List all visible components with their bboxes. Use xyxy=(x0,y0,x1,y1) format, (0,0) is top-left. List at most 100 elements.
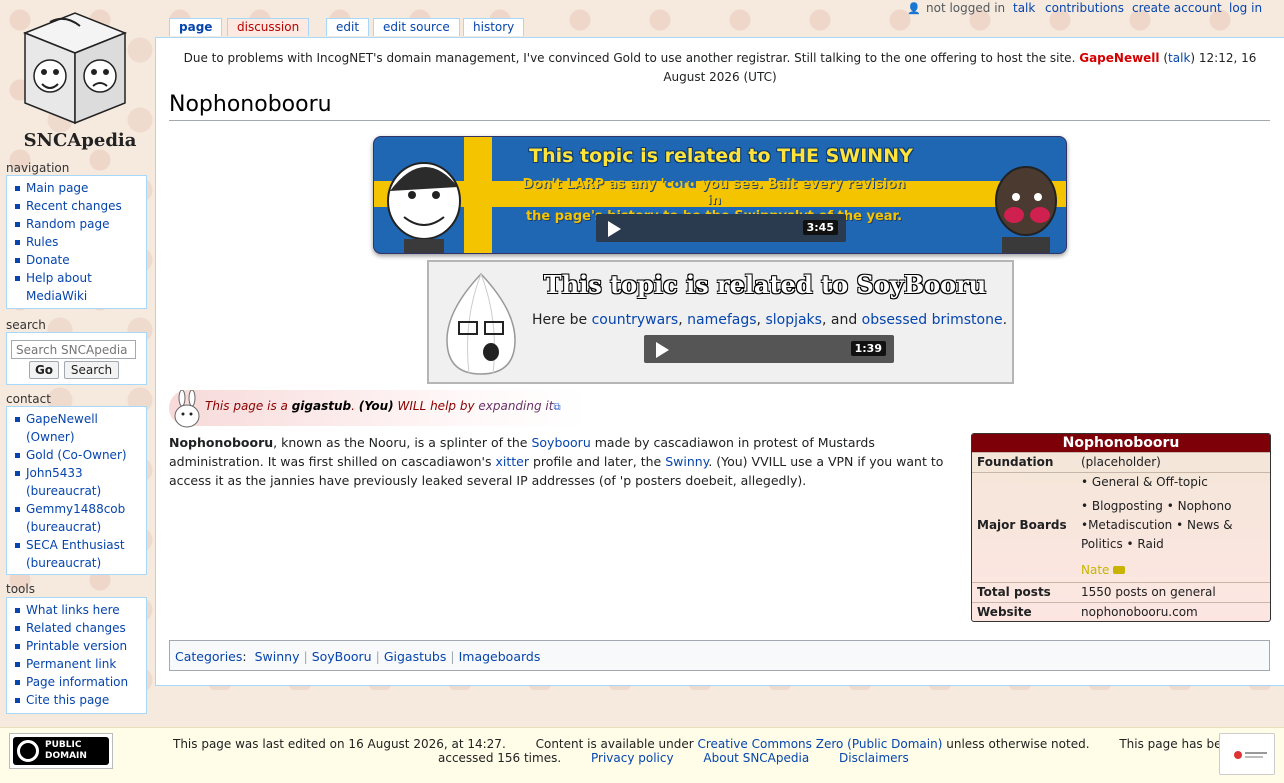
footer-content-prefix: Content is available under xyxy=(535,737,694,751)
swinny-line1-c: cord xyxy=(664,177,698,192)
about-link[interactable]: About SNCApedia xyxy=(703,751,809,765)
site-logo[interactable]: SNCApedia xyxy=(10,8,140,151)
swinny-link[interactable]: Swinny xyxy=(665,454,708,469)
site-notice-user-link[interactable]: GapeNewell xyxy=(1079,51,1159,65)
sidebar-item-gapenewell[interactable]: GapeNewell (Owner) xyxy=(13,410,146,446)
namefags-link[interactable]: namefags xyxy=(687,312,756,328)
play-icon[interactable] xyxy=(656,342,669,358)
infobox-posts-label: Total posts xyxy=(977,585,1051,599)
powered-by-mediawiki-badge[interactable] xyxy=(1219,733,1275,775)
badge-line-1: PUBLIC xyxy=(45,740,82,750)
contact-portal: GapeNewell (Owner) Gold (Co-Owner) John5… xyxy=(6,406,147,575)
wojak-right-icon xyxy=(995,166,1057,253)
disclaimers-link[interactable]: Disclaimers xyxy=(839,751,909,765)
site-notice-talk-link[interactable]: talk xyxy=(1168,51,1190,65)
tab-discussion[interactable]: discussion xyxy=(227,18,310,36)
public-domain-badge[interactable]: PUBLIC DOMAIN xyxy=(9,733,113,769)
tab-page[interactable]: page xyxy=(169,18,223,36)
infobox-row-boards: Major Boards • General & Off-topic • Blo… xyxy=(972,472,1270,582)
boards-line-3: •Metadiscution • News & xyxy=(1081,518,1233,532)
infobox-row-foundation: Foundation (placeholder) xyxy=(972,452,1270,472)
public-domain-icon xyxy=(17,740,39,762)
soybooru-audio-player[interactable]: 1:39 xyxy=(644,335,894,363)
footer-accessed-2: accessed 156 times. xyxy=(438,751,562,765)
slopjaks-link[interactable]: slopjaks xyxy=(765,312,822,328)
expanding-it-link[interactable]: expanding it xyxy=(478,399,553,413)
infobox-boards-label: Major Boards xyxy=(977,518,1067,532)
footer-last-edited: This page was last edited on 16 August 2… xyxy=(173,737,506,751)
category-gigastubs[interactable]: Gigastubs xyxy=(384,649,447,664)
user-icon: 👤 xyxy=(907,2,921,15)
sidebar-item-related-changes[interactable]: Related changes xyxy=(13,619,146,637)
infobox-foundation-value: (placeholder) xyxy=(1081,455,1161,469)
privacy-policy-link[interactable]: Privacy policy xyxy=(591,751,674,765)
sidebar-item-donate[interactable]: Donate xyxy=(13,251,146,269)
category-swinny[interactable]: Swinny xyxy=(255,649,300,664)
swinny-line1-a: Don't LARP xyxy=(522,177,605,192)
search-button[interactable]: Search xyxy=(64,361,119,379)
sidebar-item-gold[interactable]: Gold (Co-Owner) xyxy=(13,446,146,464)
nate-label: Nate xyxy=(1081,563,1110,577)
tools-heading: tools xyxy=(6,582,35,596)
external-link-icon: ⧉ xyxy=(553,402,561,413)
sidebar-item-recent-changes[interactable]: Recent changes xyxy=(13,197,146,215)
search-input[interactable] xyxy=(11,340,136,359)
tab-edit-source[interactable]: edit source xyxy=(373,18,460,36)
boards-line-1: • General & Off-topic xyxy=(1081,475,1208,489)
bunny-icon xyxy=(174,390,200,428)
not-logged-in: not logged in xyxy=(926,1,1006,15)
countrywars-link[interactable]: countrywars xyxy=(592,312,679,328)
site-notice-paren-close: ) xyxy=(1190,51,1196,65)
play-icon[interactable] xyxy=(608,221,621,237)
swinny-line1-b: as any ' xyxy=(608,177,665,192)
infobox-posts-value: 1550 posts on general xyxy=(1081,585,1216,599)
stub-you: (You) xyxy=(358,399,394,413)
category-links: Categories: Swinny | SoyBooru | Gigastubs | Im… xyxy=(169,640,1270,671)
article-text-3: profile and later, the xyxy=(532,454,662,469)
go-button[interactable]: Go xyxy=(29,361,59,379)
stub-gigastub: gigastub xyxy=(291,399,352,413)
log-in-link[interactable]: log in xyxy=(1229,1,1262,15)
sidebar-item-main-page[interactable]: Main page xyxy=(13,179,146,197)
tab-edit[interactable]: edit xyxy=(326,18,370,36)
category-imageboards[interactable]: Imageboards xyxy=(459,649,541,664)
sidebar-item-what-links-here[interactable]: What links here xyxy=(13,601,146,619)
site-name: SNCApedia xyxy=(23,130,137,151)
create-account-link[interactable]: create account xyxy=(1132,1,1222,15)
article-text-1: , known as the Nooru, is a splinter of t… xyxy=(273,435,528,450)
category-soybooru[interactable]: SoyBooru xyxy=(312,649,372,664)
boards-line-2: • Blogposting • Nophono xyxy=(1081,499,1232,513)
xitter-link[interactable]: xitter xyxy=(495,454,529,469)
tab-history[interactable]: history xyxy=(463,18,525,36)
stub-will: WILL help by xyxy=(397,399,475,413)
gigastub-text: This page is a gigastub. (You) WILL help… xyxy=(205,399,561,413)
logo-cube-icon xyxy=(22,12,128,125)
swinny-audio-player[interactable]: 3:45 xyxy=(596,214,846,242)
sidebar-item-random-page[interactable]: Random page xyxy=(13,215,146,233)
sidebar-item-gemmy1488cob[interactable]: Gemmy1488cob (bureaucrat) xyxy=(13,500,146,536)
sidebar-item-john5433[interactable]: John5433 (bureaucrat) xyxy=(13,464,146,500)
obsessed-brimstone-link[interactable]: obsessed brimstone xyxy=(862,312,1003,328)
article-bold-name: Nophonobooru xyxy=(169,435,274,450)
sidebar-item-printable-version[interactable]: Printable version xyxy=(13,637,146,655)
footer-line-1: This page was last edited on 16 August 2… xyxy=(173,737,1236,751)
license-link[interactable]: Creative Commons Zero (Public Domain) xyxy=(697,737,942,751)
footer: PUBLIC DOMAIN This page was last edited o… xyxy=(0,727,1284,783)
site-notice: Due to problems with IncogNET's domain m… xyxy=(170,49,1270,87)
soybooru-link[interactable]: Soybooru xyxy=(531,435,590,450)
categories-label-link[interactable]: Categories xyxy=(175,649,242,664)
sidebar-item-help[interactable]: Help about MediaWiki xyxy=(13,269,146,305)
infobox-foundation-label: Foundation xyxy=(977,455,1054,469)
footer-content-suffix: unless otherwise noted. xyxy=(946,737,1090,751)
sidebar-item-permanent-link[interactable]: Permanent link xyxy=(13,655,146,673)
sidebar-item-cite-this-page[interactable]: Cite this page xyxy=(13,691,146,709)
contributions-link[interactable]: contributions xyxy=(1045,1,1124,15)
soy-period: . xyxy=(1002,312,1008,328)
sidebar-item-page-information[interactable]: Page information xyxy=(13,673,146,691)
sidebar-item-rules[interactable]: Rules xyxy=(13,233,146,251)
infobox: Nophonobooru Foundation (placeholder) Ma… xyxy=(971,433,1271,622)
badge-line-2: DOMAIN xyxy=(45,751,87,761)
sidebar-item-seca-enthusiast[interactable]: SECA Enthusiast (bureaucrat) xyxy=(13,536,146,572)
talk-link[interactable]: talk xyxy=(1013,1,1035,15)
categories-colon: : xyxy=(242,649,247,664)
